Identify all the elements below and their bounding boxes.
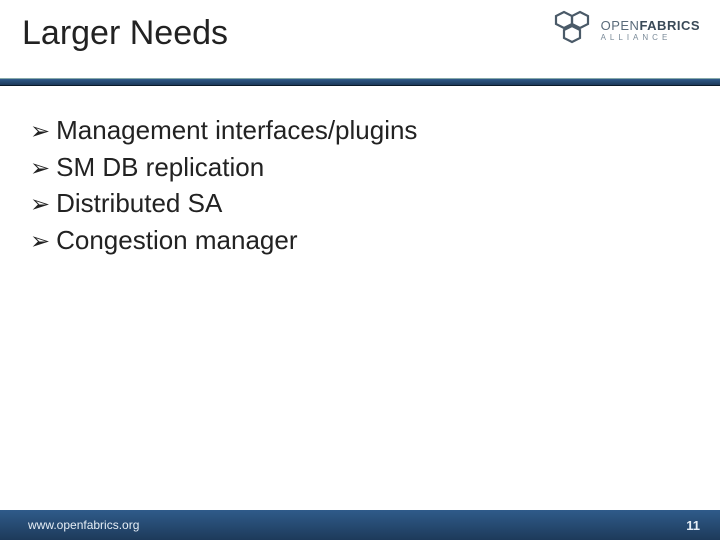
list-item: ➢ Distributed SA	[30, 185, 690, 222]
hexagon-icon	[553, 10, 595, 51]
logo-wordmark: OPENFABRICS	[601, 19, 700, 32]
arrow-icon: ➢	[30, 225, 50, 259]
openfabrics-logo: OPENFABRICS ALLIANCE	[553, 10, 700, 51]
logo-subtext: ALLIANCE	[601, 34, 700, 42]
list-item-text: Congestion manager	[56, 222, 297, 258]
list-item: ➢ SM DB replication	[30, 149, 690, 186]
list-item: ➢ Management interfaces/plugins	[30, 112, 690, 149]
bullet-list: ➢ Management interfaces/plugins ➢ SM DB …	[30, 112, 690, 258]
slide-content: ➢ Management interfaces/plugins ➢ SM DB …	[0, 86, 720, 258]
list-item: ➢ Congestion manager	[30, 222, 690, 259]
header-divider	[0, 78, 720, 86]
list-item-text: Distributed SA	[56, 185, 222, 221]
list-item-text: Management interfaces/plugins	[56, 112, 417, 148]
page-number: 11	[686, 518, 700, 533]
arrow-icon: ➢	[30, 152, 50, 186]
logo-text: OPENFABRICS ALLIANCE	[601, 19, 700, 42]
slide-header: Larger Needs OPENFABRICS ALLIANCE	[0, 0, 720, 78]
arrow-icon: ➢	[30, 115, 50, 149]
arrow-icon: ➢	[30, 188, 50, 222]
list-item-text: SM DB replication	[56, 149, 264, 185]
slide-footer: www.openfabrics.org 11	[0, 510, 720, 540]
footer-url: www.openfabrics.org	[28, 518, 139, 532]
